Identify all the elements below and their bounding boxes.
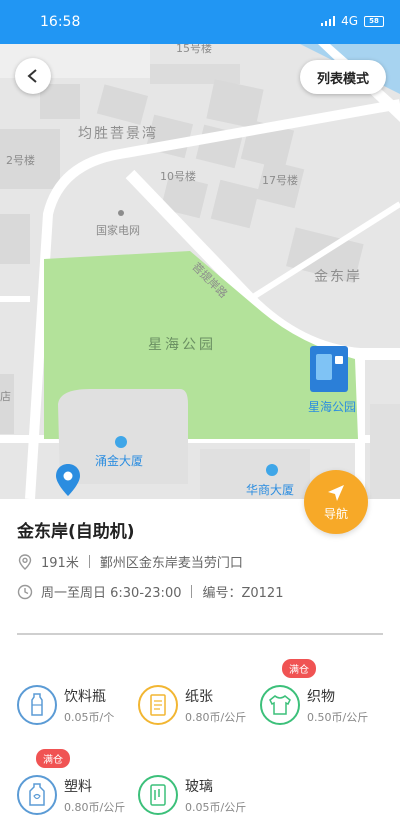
separator — [191, 585, 193, 598]
category-name: 塑料 — [64, 778, 92, 795]
category-price: 0.80币/公斤 — [185, 710, 247, 724]
signal-icon — [321, 16, 336, 26]
list-mode-button[interactable]: 列表模式 — [300, 60, 386, 94]
plastic-icon — [17, 775, 57, 815]
back-button[interactable] — [15, 58, 51, 94]
navigation-button[interactable]: 导航 — [304, 470, 368, 534]
clock-icon — [17, 584, 33, 599]
station-marker[interactable] — [310, 346, 348, 392]
map-label-building-15: 15号楼 — [176, 44, 212, 55]
station-location-row: 191米 鄞州区金东岸麦当劳门口 — [17, 552, 243, 571]
category-item-paper[interactable]: 纸张 0.80币/公斤 — [138, 685, 246, 725]
station-slot-icon — [335, 356, 343, 364]
map-label-station: 星海公园 — [308, 400, 357, 414]
poi-dot-icon — [118, 210, 124, 216]
paper-icon — [138, 685, 178, 725]
category-price: 0.80币/公斤 — [64, 800, 126, 814]
category-price: 0.50币/公斤 — [307, 710, 369, 724]
category-name: 织物 — [307, 688, 335, 705]
category-item-glass[interactable]: 玻璃 0.05币/公斤 — [138, 775, 246, 815]
map-label-building-10: 10号楼 — [160, 170, 196, 183]
map-label-jindong: 金东岸 — [314, 269, 362, 285]
map-label-shop: 店 — [0, 390, 11, 403]
category-name: 饮料瓶 — [64, 688, 106, 705]
location-icon — [18, 553, 32, 570]
fabric-icon — [260, 685, 300, 725]
navigation-label: 导航 — [323, 506, 348, 521]
separator — [88, 555, 90, 568]
station-address: 鄞州区金东岸麦当劳门口 — [99, 556, 243, 571]
building-poi-icon — [266, 464, 278, 476]
category-price: 0.05币/公斤 — [185, 800, 247, 814]
map-view[interactable]: 15号楼 均胜菩景湾 2号楼 10号楼 17号楼 国家电网 菩提岸路 金东岸 星… — [0, 44, 400, 499]
station-hours: 周一至周日 6:30-23:00 — [41, 586, 182, 601]
station-name: 金东岸(自助机) — [17, 522, 135, 542]
category-name: 玻璃 — [185, 778, 213, 795]
map-label-yongjin: 涌金大厦 — [95, 454, 144, 468]
station-distance: 191米 — [41, 556, 79, 571]
chevron-left-icon — [27, 69, 37, 83]
divider — [17, 633, 383, 635]
category-name: 纸张 — [185, 688, 213, 705]
status-icons: 4G 58 — [321, 14, 384, 28]
map-label-park: 星海公园 — [148, 337, 216, 353]
category-price: 0.05币/个 — [64, 710, 115, 724]
category-item-fabric[interactable]: 织物 0.50币/公斤 — [260, 685, 368, 725]
map-label-huashang: 华商大厦 — [246, 483, 295, 497]
map-label-complex: 均胜菩景湾 — [78, 126, 158, 142]
network-type: 4G — [341, 14, 358, 28]
full-badge: 满仓 — [36, 749, 70, 768]
full-badge: 满仓 — [282, 659, 316, 678]
navigation-arrow-icon — [328, 484, 344, 501]
glass-icon — [138, 775, 178, 815]
status-time: 16:58 — [40, 14, 81, 30]
battery-icon: 58 — [364, 15, 384, 27]
station-code: 编号：Z0121 — [202, 586, 284, 601]
map-label-power-grid: 国家电网 — [96, 224, 140, 237]
station-hours-row: 周一至周日 6:30-23:00 编号：Z0121 — [17, 582, 283, 601]
station-info-panel: 金东岸(自助机) 191米 鄞州区金东岸麦当劳门口 周一至周日 6:30-23:… — [0, 499, 400, 831]
building-poi-icon — [115, 436, 127, 448]
status-bar: 16:58 4G 58 — [0, 0, 400, 44]
map-label-building-17: 17号楼 — [262, 174, 298, 187]
bottle-icon — [17, 685, 57, 725]
location-pin-icon[interactable] — [56, 464, 80, 496]
map-label-building-2: 2号楼 — [6, 154, 35, 167]
category-item-bottle[interactable]: 饮料瓶 0.05币/个 — [17, 685, 114, 725]
category-item-plastic[interactable]: 塑料 0.80币/公斤 — [17, 775, 125, 815]
station-screen-icon — [316, 354, 332, 380]
